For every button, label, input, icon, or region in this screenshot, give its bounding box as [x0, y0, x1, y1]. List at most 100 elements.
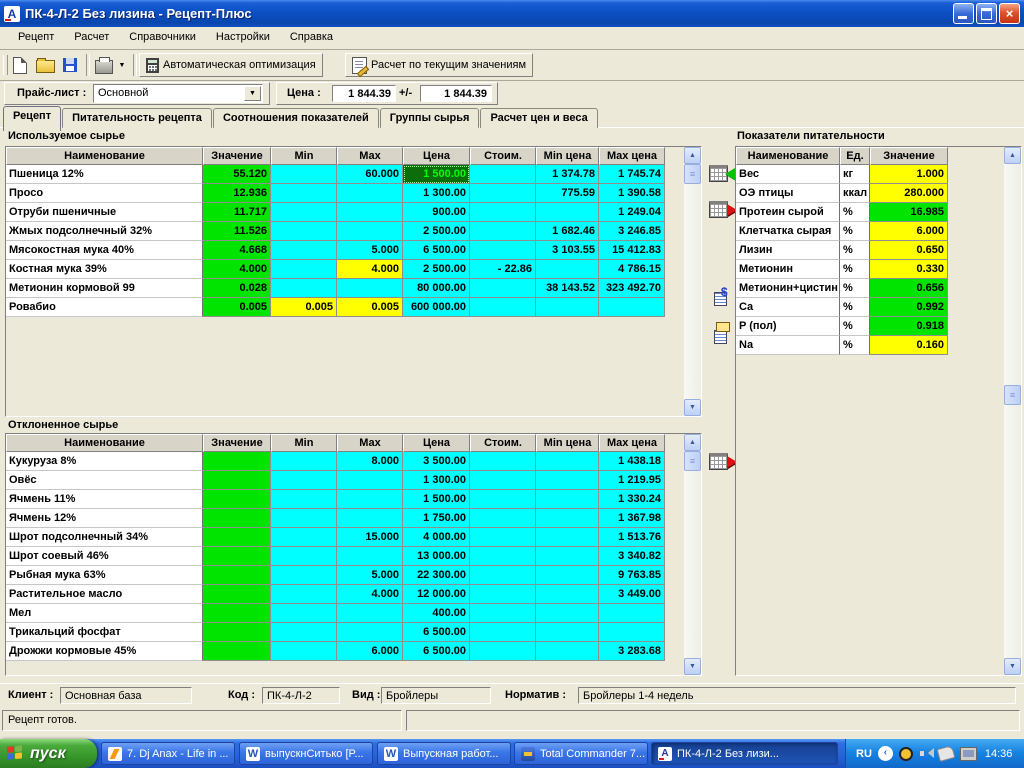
cell-price[interactable]: 6 500.00 — [403, 241, 470, 260]
cell-price[interactable]: 3 500.00 — [403, 452, 470, 471]
cell-max[interactable] — [337, 471, 403, 490]
scroll-thumb[interactable]: ≡ — [684, 451, 701, 471]
scroll-down-icon[interactable]: ▼ — [684, 399, 701, 416]
cell-name[interactable]: Мел — [6, 604, 203, 623]
cell-name[interactable]: Рыбная мука 63% — [6, 566, 203, 585]
cell-cost[interactable] — [470, 203, 536, 222]
cell-cost[interactable] — [470, 184, 536, 203]
cell-nutrient-name[interactable]: Ca — [736, 298, 840, 317]
start-button[interactable]: пуск — [0, 739, 97, 768]
cell-name[interactable]: Мясокостная мука 40% — [6, 241, 203, 260]
cell-min-price[interactable] — [536, 471, 599, 490]
cell-max[interactable]: 6.000 — [337, 642, 403, 661]
cell-name[interactable]: Метионин кормовой 99 — [6, 279, 203, 298]
cell-min[interactable] — [271, 260, 337, 279]
cell-value[interactable] — [203, 642, 271, 661]
cell-nutrient-name[interactable]: Метионин — [736, 260, 840, 279]
menu-recept[interactable]: Рецепт — [8, 27, 64, 50]
cell-max[interactable] — [337, 203, 403, 222]
cell-name[interactable]: Шрот подсолнечный 34% — [6, 528, 203, 547]
cell-min[interactable] — [271, 566, 337, 585]
cell-nutrient-name[interactable]: Клетчатка сырая — [736, 222, 840, 241]
cell-max[interactable] — [337, 490, 403, 509]
cell-min[interactable] — [271, 165, 337, 184]
cell-value[interactable] — [203, 585, 271, 604]
cell-price[interactable]: 1 300.00 — [403, 471, 470, 490]
cell-name[interactable]: Пшеница 12% — [6, 165, 203, 184]
cell-nutrient-name[interactable]: Вес — [736, 165, 840, 184]
cell-unit[interactable]: ккал — [840, 184, 870, 203]
cell-min-price[interactable]: 38 143.52 — [536, 279, 599, 298]
cell-name[interactable]: Ячмень 12% — [6, 509, 203, 528]
cell-unit[interactable]: % — [840, 279, 870, 298]
cell-value[interactable]: 55.120 — [203, 165, 271, 184]
column-header[interactable]: Max — [337, 434, 403, 452]
cell-nutrient-name[interactable]: Протеин сырой — [736, 203, 840, 222]
column-header[interactable]: Значение — [203, 147, 271, 165]
cell-price[interactable]: 600 000.00 — [403, 298, 470, 317]
print-dropdown[interactable]: ▼ — [116, 53, 128, 77]
cell-min[interactable] — [271, 585, 337, 604]
cell-max-price[interactable]: 1 249.04 — [599, 203, 665, 222]
cell-max[interactable] — [337, 222, 403, 241]
column-header[interactable]: Max цена — [599, 147, 665, 165]
cell-name[interactable]: Костная мука 39% — [6, 260, 203, 279]
cell-min-price[interactable] — [536, 547, 599, 566]
move-to-rejected-button[interactable] — [704, 196, 737, 222]
cell-max[interactable] — [337, 604, 403, 623]
cell-nutrient-name[interactable]: P (пол) — [736, 317, 840, 336]
cell-min[interactable] — [271, 509, 337, 528]
price-max-field[interactable]: 1 844.39 — [420, 85, 492, 102]
cell-value[interactable] — [203, 528, 271, 547]
cell-cost[interactable] — [470, 585, 536, 604]
cell-cost[interactable] — [470, 241, 536, 260]
scroll-down-icon[interactable]: ▼ — [1004, 658, 1021, 675]
cell-nutrient-value[interactable]: 16.985 — [870, 203, 948, 222]
cell-cost[interactable] — [470, 471, 536, 490]
column-header[interactable]: Значение — [203, 434, 271, 452]
cell-nutrient-name[interactable]: ОЭ птицы — [736, 184, 840, 203]
cell-min[interactable] — [271, 604, 337, 623]
cell-price[interactable]: 1 500.00 — [403, 490, 470, 509]
cell-min-price[interactable] — [536, 585, 599, 604]
cell-price[interactable]: 6 500.00 — [403, 623, 470, 642]
cell-price[interactable]: 1 300.00 — [403, 184, 470, 203]
cell-cost[interactable] — [470, 490, 536, 509]
cell-min[interactable] — [271, 452, 337, 471]
menu-nastroyki[interactable]: Настройки — [206, 27, 280, 50]
task-recept[interactable]: A ПК-4-Л-2 Без лизи... — [651, 742, 838, 765]
cell-max-price[interactable]: 1 513.76 — [599, 528, 665, 547]
cell-max[interactable]: 15.000 — [337, 528, 403, 547]
cell-price[interactable]: 1 500.00 — [403, 165, 470, 184]
menu-spravka[interactable]: Справка — [280, 27, 343, 50]
cell-cost[interactable] — [470, 165, 536, 184]
calc-current-button[interactable]: Расчет по текущим значениям — [345, 53, 534, 77]
cell-nutrient-value[interactable]: 0.992 — [870, 298, 948, 317]
cell-cost[interactable] — [470, 298, 536, 317]
cell-min-price[interactable] — [536, 623, 599, 642]
cell-max[interactable]: 4.000 — [337, 260, 403, 279]
combo-dropdown-button[interactable]: ▼ — [244, 86, 261, 101]
hide-icons-chevron-icon[interactable]: ‹ — [877, 746, 893, 761]
cell-min[interactable] — [271, 528, 337, 547]
cell-max-price[interactable]: 3 283.68 — [599, 642, 665, 661]
language-indicator[interactable]: RU — [856, 748, 872, 760]
cell-max-price[interactable]: 1 438.18 — [599, 452, 665, 471]
cell-min-price[interactable] — [536, 509, 599, 528]
cell-min-price[interactable] — [536, 260, 599, 279]
pricelist-combobox[interactable]: Основной ▼ — [93, 84, 263, 103]
cell-max[interactable]: 0.005 — [337, 298, 403, 317]
save-button[interactable] — [58, 53, 82, 77]
scroll-up-icon[interactable]: ▲ — [684, 434, 701, 451]
cell-max[interactable]: 5.000 — [337, 241, 403, 260]
cell-nutrient-name[interactable]: Na — [736, 336, 840, 355]
cell-max-price[interactable]: 3 340.82 — [599, 547, 665, 566]
cell-max[interactable] — [337, 279, 403, 298]
cell-value[interactable]: 4.000 — [203, 260, 271, 279]
cell-max[interactable]: 5.000 — [337, 566, 403, 585]
cell-unit[interactable]: % — [840, 260, 870, 279]
cell-min[interactable] — [271, 241, 337, 260]
cell-nutrient-name[interactable]: Метионин+цистин — [736, 279, 840, 298]
column-header[interactable]: Min — [271, 147, 337, 165]
group-transfer-button[interactable] — [706, 322, 734, 350]
